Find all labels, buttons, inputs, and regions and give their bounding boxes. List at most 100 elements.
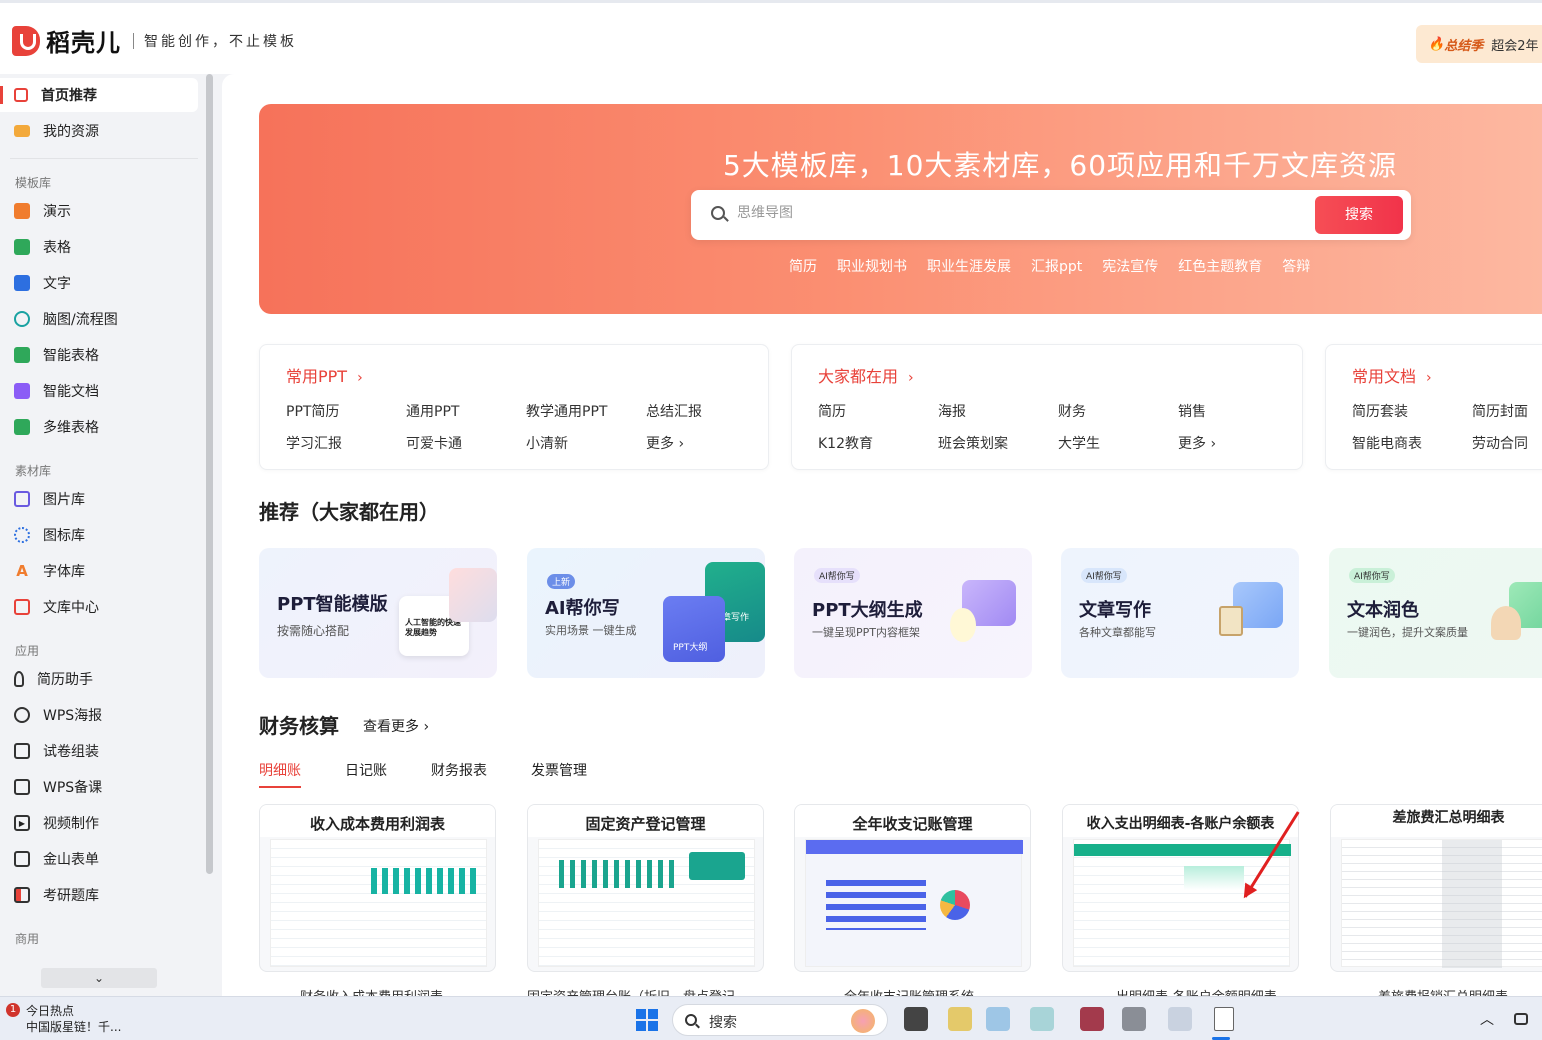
sidebar-item-document[interactable]: 文字 <box>0 266 198 300</box>
template-caption[interactable]: 出明细表-各账户余额明细表 <box>1116 986 1277 996</box>
sidebar-item-fonts[interactable]: A 字体库 <box>0 554 198 588</box>
card-link[interactable]: 简历套装 <box>1352 401 1408 421</box>
sidebar-item-presentation[interactable]: 演示 <box>0 194 198 228</box>
app-icon[interactable] <box>1168 1007 1192 1031</box>
more-link[interactable]: 更多 › <box>646 433 684 453</box>
template-caption[interactable]: 固定资产管理台账（折旧、盘点登记 <box>527 986 735 996</box>
template-preview <box>1341 839 1542 968</box>
template-card[interactable]: 收入支出明细表-各账户余额表 <box>1062 804 1299 972</box>
card-link[interactable]: 大学生 <box>1058 433 1100 453</box>
mini-pie-chart <box>940 890 970 920</box>
card-link[interactable]: 教学通用PPT <box>526 401 607 421</box>
taskbar-search[interactable]: 搜索 <box>672 1004 888 1036</box>
hot-tag[interactable]: 答辩 <box>1282 256 1310 276</box>
sidebar-item-form[interactable]: 金山表单 <box>0 842 198 876</box>
document-app-icon[interactable] <box>1214 1007 1234 1031</box>
hot-tag[interactable]: 简历 <box>789 256 817 276</box>
rec-title: AI帮你写 <box>545 598 620 619</box>
sidebar-item-my-resources[interactable]: 我的资源 <box>0 114 198 148</box>
template-caption[interactable]: 全年收支记账管理系统 <box>844 986 974 996</box>
sidebar-item-smart-doc[interactable]: 智能文档 <box>0 374 198 408</box>
tab-invoice[interactable]: 发票管理 <box>531 760 587 788</box>
sidebar-item-lesson[interactable]: WPS备课 <box>0 770 198 804</box>
banner-title: 5大模板库，10大素材库，60项应用和千万文库资源 <box>722 149 1398 182</box>
card-link[interactable]: 可爱卡通 <box>406 433 462 453</box>
terminal-app-icon[interactable] <box>904 1007 928 1031</box>
template-caption[interactable]: 差旅费报销汇总明细表 <box>1378 986 1508 996</box>
mini-column-highlight <box>1442 840 1502 968</box>
card-link[interactable]: 班会策划案 <box>938 433 1008 453</box>
hot-tag[interactable]: 宪法宣传 <box>1102 256 1158 276</box>
card-link[interactable]: 财务 <box>1058 401 1086 421</box>
card-link[interactable]: 简历封面 <box>1472 401 1528 421</box>
sidebar-item-home[interactable]: 首页推荐 <box>0 78 198 112</box>
search-input[interactable] <box>737 205 1297 221</box>
tab-ledger[interactable]: 明细账 <box>259 760 301 788</box>
chevron-up-icon[interactable]: ︿ <box>1480 1009 1494 1029</box>
sidebar-item-library[interactable]: 文库中心 <box>0 590 198 624</box>
card-title[interactable]: 大家都在用 › <box>818 363 914 387</box>
card-link[interactable]: 通用PPT <box>406 401 459 421</box>
app-icon[interactable] <box>986 1007 1010 1031</box>
card-link[interactable]: 学习汇报 <box>286 433 342 453</box>
sidebar-item-multidim-table[interactable]: 多维表格 <box>0 410 198 444</box>
sidebar-item-images[interactable]: 图片库 <box>0 482 198 516</box>
sidebar-item-exam[interactable]: 试卷组装 <box>0 734 198 768</box>
notification-icon[interactable] <box>1514 1013 1528 1025</box>
sidebar-item-video[interactable]: ▶ 视频制作 <box>0 806 198 840</box>
hot-tag[interactable]: 汇报ppt <box>1031 256 1082 276</box>
hot-tag[interactable]: 职业规划书 <box>837 256 907 276</box>
hot-tag[interactable]: 红色主题教育 <box>1178 256 1262 276</box>
mini-bar-chart <box>559 860 679 888</box>
search-button[interactable]: 搜索 <box>1315 196 1403 234</box>
sidebar-item-resume[interactable]: 简历助手 <box>0 662 198 696</box>
card-link[interactable]: 海报 <box>938 401 966 421</box>
view-more-link[interactable]: 查看更多 › <box>363 716 429 736</box>
tab-journal[interactable]: 日记账 <box>345 760 387 788</box>
sidebar-item-poster[interactable]: WPS海报 <box>0 698 198 732</box>
template-caption[interactable]: 财务收入成本费用利润表 <box>300 986 443 996</box>
sidebar-item-mindmap[interactable]: 脑图/流程图 <box>0 302 198 336</box>
ai-badge: AI帮你写 <box>1349 568 1395 583</box>
news-widget[interactable]: 今日热点 中国版星链！千... <box>26 1003 121 1035</box>
template-card[interactable]: 收入成本费用利润表 <box>259 804 496 972</box>
sidebar-item-icons[interactable]: 图标库 <box>0 518 198 552</box>
card-link[interactable]: 劳动合同 <box>1472 433 1528 453</box>
app-icon[interactable] <box>1122 1007 1146 1031</box>
app-icon[interactable] <box>1080 1007 1104 1031</box>
sidebar-item-question-bank[interactable]: 考研题库 <box>0 878 198 912</box>
rec-card-smart-template[interactable]: PPT智能模版 按需随心搭配 人工智能的快速发展趋势 <box>259 548 497 678</box>
template-head: 差旅费汇总明细表 <box>1331 805 1542 837</box>
hot-tag[interactable]: 职业生涯发展 <box>927 256 1011 276</box>
sidebar-scrollbar[interactable] <box>206 74 213 874</box>
logo[interactable]: 稻壳儿 智能创作，不止模板 <box>12 23 297 58</box>
template-card[interactable]: 全年收支记账管理 <box>794 804 1031 972</box>
sidebar-item-smart-table[interactable]: 智能表格 <box>0 338 198 372</box>
card-title[interactable]: 常用文档 › <box>1352 363 1432 387</box>
promo-banner[interactable]: 🔥 总结季 超会2年 <box>1416 25 1542 63</box>
rec-title: PPT大纲生成 <box>812 600 923 621</box>
rec-card-ppt-outline[interactable]: AI帮你写 PPT大纲生成 一键呈现PPT内容框架 <box>794 548 1032 678</box>
sidebar-scroll-down-button[interactable]: ⌄ <box>41 968 157 988</box>
card-link[interactable]: 智能电商表 <box>1352 433 1422 453</box>
more-link[interactable]: 更多 › <box>1178 433 1216 453</box>
file-explorer-app-icon[interactable] <box>948 1007 972 1031</box>
card-link[interactable]: 小清新 <box>526 433 568 453</box>
card-link[interactable]: 简历 <box>818 401 846 421</box>
card-title[interactable]: 常用PPT › <box>286 363 363 387</box>
template-card[interactable]: 固定资产登记管理 <box>527 804 764 972</box>
app-icon[interactable] <box>1030 1007 1054 1031</box>
sidebar-item-label: 我的资源 <box>43 124 99 140</box>
tab-financial-report[interactable]: 财务报表 <box>431 760 487 788</box>
rec-card-article-writing[interactable]: AI帮你写 文章写作 各种文章都能写 <box>1061 548 1299 678</box>
card-link[interactable]: K12教育 <box>818 433 873 453</box>
sidebar-item-table[interactable]: 表格 <box>0 230 198 264</box>
template-card[interactable]: 差旅费汇总明细表 <box>1330 804 1542 972</box>
card-link[interactable]: 总结汇报 <box>646 401 702 421</box>
rec-card-ai-write[interactable]: 上新 AI帮你写 实用场景 一键生成 文章写作 PPT大纲 <box>527 548 765 678</box>
rec-card-text-polish[interactable]: AI帮你写 文本润色 一键润色，提升文案质量 <box>1329 548 1542 678</box>
card-link[interactable]: 销售 <box>1178 401 1206 421</box>
card-link[interactable]: PPT简历 <box>286 401 339 421</box>
windows-start-icon[interactable] <box>636 1009 658 1031</box>
rec-title: PPT智能模版 <box>277 594 388 615</box>
